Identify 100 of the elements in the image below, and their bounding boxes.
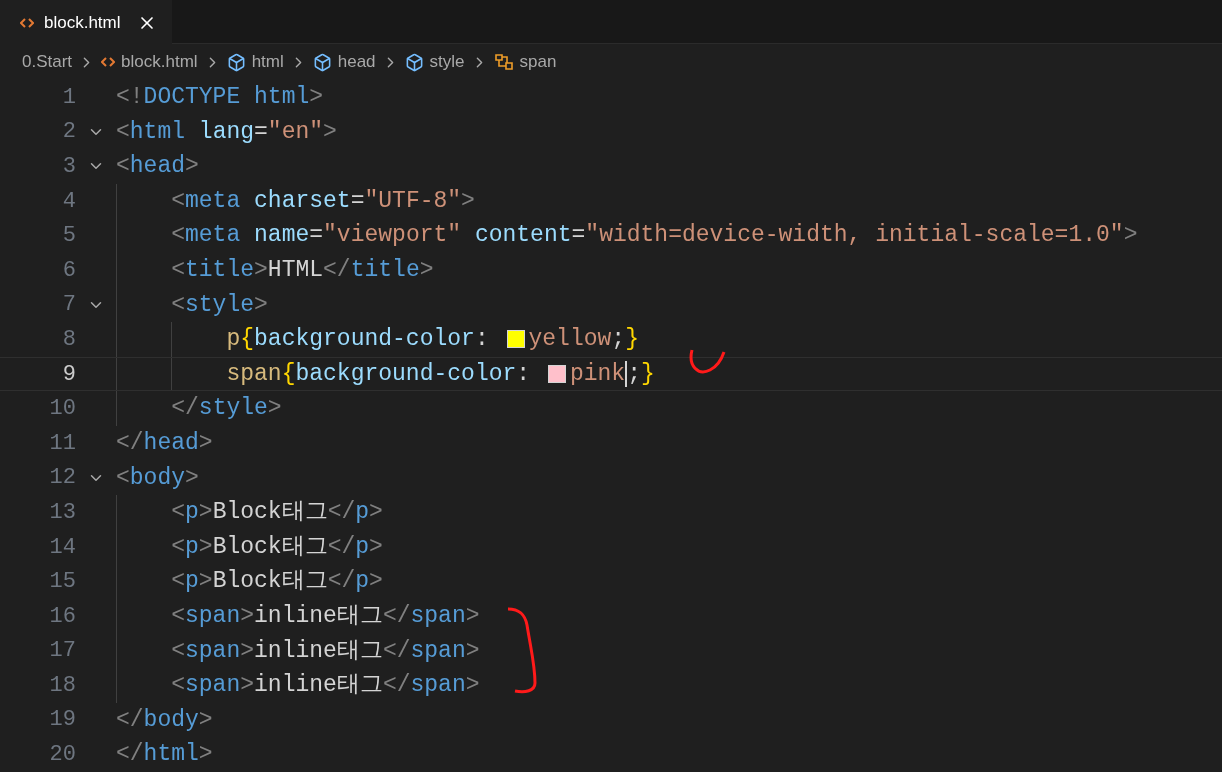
code-token: html <box>129 117 186 147</box>
line-number: 3 <box>61 153 76 181</box>
code-token: < <box>170 567 185 597</box>
code-token: > <box>254 256 268 285</box>
code-token: title <box>350 256 420 285</box>
code-token: p <box>185 498 199 528</box>
code-token: > <box>185 463 199 493</box>
code-token: name <box>253 221 310 251</box>
code-token: title <box>185 256 255 285</box>
code-token: > <box>465 636 480 666</box>
color-swatch[interactable] <box>547 365 566 384</box>
breadcrumb-item[interactable]: block.html <box>121 49 198 75</box>
code-token: < <box>170 186 185 216</box>
code-token: yellow <box>528 325 612 355</box>
code-token: > <box>198 532 213 562</box>
line-number: 10 <box>48 395 76 424</box>
code-token: span <box>410 671 466 701</box>
code-token: { <box>281 359 296 389</box>
code-token: span <box>410 601 466 631</box>
code-token: = <box>350 186 365 216</box>
code-file-icon <box>101 56 116 68</box>
code-token: > <box>198 567 213 597</box>
code-token: html <box>143 740 199 770</box>
code-token: Block태그 <box>212 498 328 528</box>
line-number: 2 <box>61 118 76 147</box>
breadcrumb-item[interactable]: span <box>519 49 557 75</box>
editor-tab[interactable]: block.html <box>0 0 172 44</box>
code-token: < <box>116 117 130 147</box>
code-token: < <box>116 152 130 182</box>
text-cursor <box>625 361 628 388</box>
line-number: 6 <box>61 256 76 285</box>
code-token: Block태그 <box>212 567 328 597</box>
code-token: p <box>355 567 370 597</box>
code-token: inline태그 <box>254 636 383 666</box>
code-token: inline태그 <box>254 601 383 631</box>
code-token: > <box>461 186 475 216</box>
code-token: DOCTYPE html <box>143 83 310 113</box>
code-token: > <box>369 532 383 562</box>
code-token: < <box>170 256 185 285</box>
code-token: </ <box>170 394 199 424</box>
code-token: </ <box>327 498 356 528</box>
code-token: lang <box>197 117 255 147</box>
code-token: "en" <box>267 117 324 147</box>
code-token: span <box>185 636 241 666</box>
code-token: < <box>170 498 185 528</box>
code-token: ; <box>611 325 626 355</box>
line-number: 5 <box>61 222 76 251</box>
line-number: 16 <box>48 602 76 631</box>
breadcrumb-item[interactable]: 0.Start <box>22 49 73 75</box>
code-token: > <box>419 256 434 285</box>
code-token: "width=device-width, initial-scale=1.0" <box>585 221 1124 251</box>
code-token: > <box>1123 221 1138 251</box>
cube-icon <box>404 52 424 72</box>
code-token: span <box>410 636 466 666</box>
line-number: 18 <box>48 671 76 700</box>
code-token: > <box>323 117 337 147</box>
breadcrumb-item[interactable]: head <box>337 49 376 75</box>
code-token: </ <box>116 705 144 735</box>
code-token: <! <box>116 83 144 113</box>
code-token: body <box>129 463 186 493</box>
code-token: background-color <box>295 359 517 389</box>
code-token: </ <box>116 740 144 770</box>
line-number: 9 <box>61 360 76 389</box>
code-token: span <box>225 359 282 389</box>
code-token: > <box>240 601 255 631</box>
code-token: < <box>170 601 185 631</box>
code-token: body <box>143 705 199 735</box>
breadcrumb-item[interactable]: style <box>429 49 465 75</box>
code-token: < <box>170 671 185 701</box>
code-token: > <box>240 671 255 701</box>
code-token: > <box>369 498 383 528</box>
symbol-class-icon <box>493 53 514 71</box>
breadcrumb-item[interactable]: html <box>251 49 284 75</box>
code-token: : <box>516 359 532 389</box>
code-token: } <box>640 359 655 389</box>
code-token: = <box>571 221 586 251</box>
line-number: 8 <box>61 325 76 354</box>
code-token: } <box>625 325 639 355</box>
code-token: content <box>473 221 572 251</box>
code-token: = <box>309 221 324 251</box>
code-token: < <box>170 221 185 251</box>
code-token: meta <box>185 221 241 251</box>
line-number: 14 <box>48 533 76 562</box>
code-token: </ <box>327 532 356 562</box>
code-token: < <box>170 532 185 562</box>
code-token: ; <box>627 359 641 389</box>
color-swatch[interactable] <box>506 330 525 349</box>
code-token: span <box>185 671 241 701</box>
code-token: p <box>185 532 199 562</box>
line-number: 15 <box>48 568 76 597</box>
code-token: head <box>129 152 186 182</box>
code-token: > <box>240 636 255 666</box>
code-token: p <box>225 325 241 355</box>
code-token: > <box>198 705 213 735</box>
code-token: pink <box>569 359 626 389</box>
code-token: p <box>355 498 370 528</box>
code-token: > <box>465 601 480 631</box>
code-token: < <box>170 290 185 320</box>
code-token: : <box>474 325 490 355</box>
code-token: > <box>198 740 213 770</box>
